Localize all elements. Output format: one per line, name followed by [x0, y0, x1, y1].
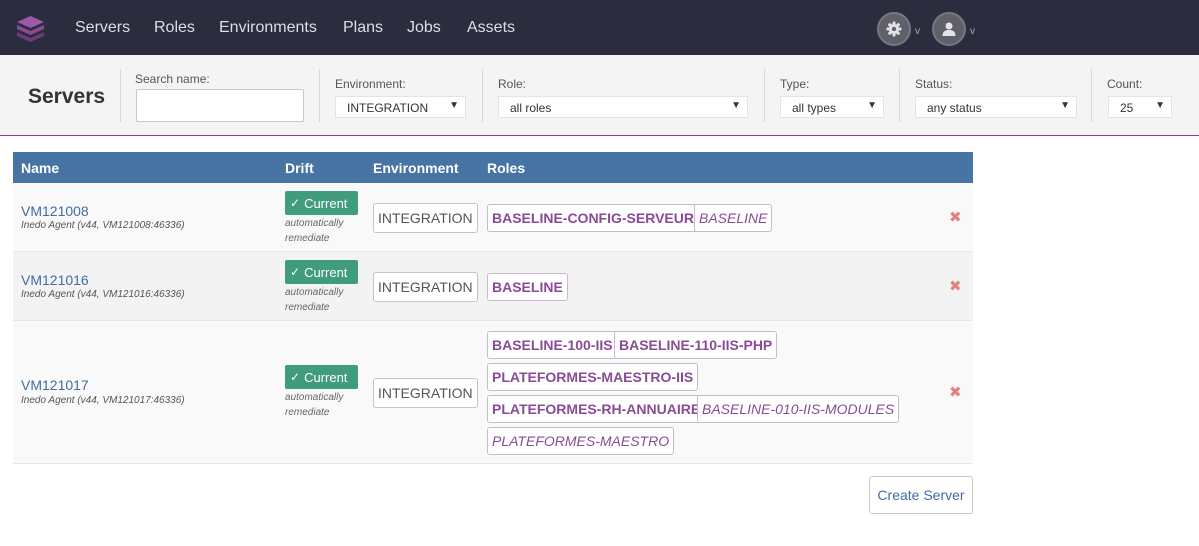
role-tag[interactable]: BASELINE-110-IIS-PHP [614, 331, 778, 359]
user-icon [942, 22, 956, 36]
divider [482, 69, 483, 122]
divider [319, 69, 320, 122]
nav-servers[interactable]: Servers [75, 19, 130, 37]
column-header-environment[interactable]: Environment [373, 160, 459, 176]
delete-icon[interactable]: ✖ [949, 277, 962, 295]
status-select[interactable]: any status ▼ [915, 96, 1077, 118]
count-select-value: 25 [1120, 101, 1134, 115]
status-label: Status: [915, 77, 953, 91]
check-icon: ✓ [290, 370, 301, 384]
column-header-name[interactable]: Name [21, 160, 59, 176]
role-tag[interactable]: PLATEFORMES-MAESTRO [487, 427, 675, 455]
environment-select-value: INTEGRATION [347, 101, 429, 115]
chevron-down-icon: ▼ [867, 100, 877, 111]
column-header-drift[interactable]: Drift [285, 160, 314, 176]
nav-plans[interactable]: Plans [343, 19, 383, 37]
role-tag[interactable]: BASELINE-CONFIG-SERVEURS [487, 204, 709, 232]
status-select-value: any status [927, 101, 982, 115]
drift-status-badge[interactable]: ✓ Current [285, 365, 358, 389]
drift-note: remediate [285, 302, 330, 313]
chevron-down-icon: ▼ [731, 100, 741, 111]
gear-icon [886, 21, 902, 37]
divider [899, 69, 900, 122]
server-name-link[interactable]: VM121016 [21, 272, 89, 288]
type-select[interactable]: all types ▼ [780, 96, 884, 118]
nav-environments[interactable]: Environments [219, 19, 317, 37]
role-select[interactable]: all roles ▼ [498, 96, 748, 118]
drift-note: automatically [285, 218, 344, 229]
role-tag[interactable]: BASELINE [694, 204, 773, 232]
divider [120, 69, 121, 122]
check-icon: ✓ [290, 265, 301, 279]
table-row: VM121016 Inedo Agent (v44, VM121016:4633… [13, 252, 973, 321]
page-title: Servers [28, 85, 106, 108]
chevron-down-icon: ▼ [449, 100, 459, 111]
role-tag[interactable]: PLATEFORMES-RH-ANNUAIRE [487, 395, 706, 423]
server-agent-info: Inedo Agent (v44, VM121008:46336) [21, 220, 185, 231]
environment-tag[interactable]: INTEGRATION [373, 272, 478, 302]
search-input[interactable] [136, 89, 304, 122]
check-icon: ✓ [290, 196, 301, 210]
user-menu-button[interactable] [932, 12, 966, 46]
drift-status-label: Current [304, 264, 348, 280]
environment-tag[interactable]: INTEGRATION [373, 378, 478, 408]
filter-bar: Servers Search name: Environment: INTEGR… [0, 55, 1199, 136]
settings-button[interactable] [877, 12, 911, 46]
search-label: Search name: [135, 72, 210, 86]
table-row: VM121017 Inedo Agent (v44, VM121017:4633… [13, 321, 973, 464]
drift-status-badge[interactable]: ✓ Current [285, 260, 358, 284]
server-agent-info: Inedo Agent (v44, VM121017:46336) [21, 395, 185, 406]
drift-status-label: Current [304, 369, 348, 385]
role-tag[interactable]: PLATEFORMES-MAESTRO-IIS [487, 363, 699, 391]
chevron-down-icon: ▼ [1155, 100, 1165, 111]
logo-icon[interactable] [17, 16, 44, 44]
table-header: Name Drift Environment Roles [13, 152, 973, 183]
delete-icon[interactable]: ✖ [949, 383, 962, 401]
count-select[interactable]: 25 ▼ [1108, 96, 1172, 118]
user-caret[interactable]: v [970, 26, 975, 37]
role-tag[interactable]: BASELINE-100-IIS [487, 331, 618, 359]
server-name-link[interactable]: VM121008 [21, 203, 89, 219]
environment-select[interactable]: INTEGRATION ▼ [335, 96, 466, 118]
drift-status-badge[interactable]: ✓ Current [285, 191, 358, 215]
role-tag[interactable]: BASELINE-010-IIS-MODULES [697, 395, 900, 423]
delete-icon[interactable]: ✖ [949, 208, 962, 226]
count-label: Count: [1107, 77, 1143, 91]
nav-roles[interactable]: Roles [154, 19, 195, 37]
environment-tag[interactable]: INTEGRATION [373, 203, 478, 233]
top-navbar: Servers Roles Environments Plans Jobs As… [0, 0, 1199, 55]
settings-caret[interactable]: v [915, 26, 920, 37]
drift-note: remediate [285, 233, 330, 244]
divider [764, 69, 765, 122]
create-server-button[interactable]: Create Server [869, 476, 973, 514]
divider [1091, 69, 1092, 122]
role-label: Role: [498, 77, 527, 91]
table-row: VM121008 Inedo Agent (v44, VM121008:4633… [13, 183, 973, 252]
server-name-link[interactable]: VM121017 [21, 377, 89, 393]
type-label: Type: [780, 77, 810, 91]
drift-note: remediate [285, 407, 330, 418]
role-select-value: all roles [510, 101, 552, 115]
role-tag[interactable]: BASELINE [487, 273, 568, 301]
nav-jobs[interactable]: Jobs [407, 19, 441, 37]
column-header-roles[interactable]: Roles [487, 160, 525, 176]
chevron-down-icon: ▼ [1060, 100, 1070, 111]
nav-assets[interactable]: Assets [467, 19, 515, 37]
server-agent-info: Inedo Agent (v44, VM121016:46336) [21, 289, 185, 300]
type-select-value: all types [792, 101, 837, 115]
environment-label: Environment: [335, 77, 406, 91]
drift-note: automatically [285, 287, 344, 298]
drift-note: automatically [285, 392, 344, 403]
drift-status-label: Current [304, 195, 348, 211]
